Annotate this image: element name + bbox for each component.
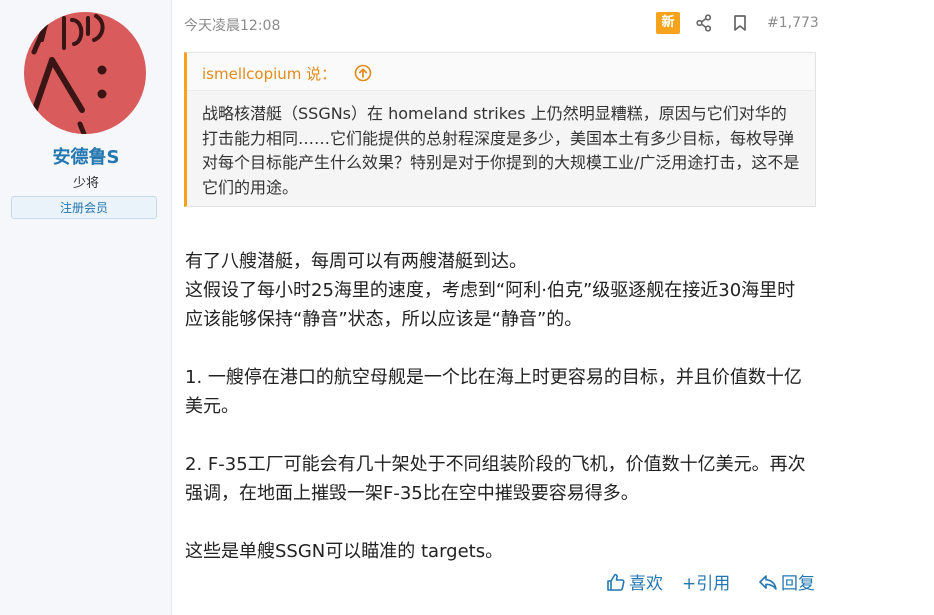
avatar-image: [31, 14, 107, 134]
post-content: 有了八艘潜艇，每周可以有两艘潜艇到达。 这假设了每小时25海里的速度，考虑到“阿…: [185, 247, 810, 566]
arrow-up-circle-icon[interactable]: [354, 64, 372, 82]
post-timestamp[interactable]: 今天凌晨12:08: [184, 15, 280, 35]
post-number-link[interactable]: #1,773: [767, 15, 819, 31]
quote-header: ismellcopium 说：: [187, 53, 815, 91]
post-paragraph: 2. F-35工厂可能会有几十架处于不同组装阶段的飞机，价值数十亿美元。再次强调…: [185, 454, 806, 504]
post-header: 今天凌晨12:08 新 #1,773: [184, 12, 819, 36]
new-badge: 新: [656, 12, 680, 34]
like-button[interactable]: 喜欢: [606, 571, 663, 597]
share-icon[interactable]: [695, 14, 713, 32]
quote-text: 战略核潜艇（SSGNs）在 homeland strikes 上仍然明显糟糕，原…: [202, 104, 800, 197]
user-sidebar: 安德鲁S 少将 注册会员: [0, 0, 172, 615]
bookmark-icon[interactable]: [731, 14, 749, 32]
user-banner: 注册会员: [11, 196, 157, 219]
forum-post: 安德鲁S 少将 注册会员 今天凌晨12:08 新 #1,773 ismellco…: [0, 0, 934, 615]
post-paragraph: 这假设了每小时25海里的速度，考虑到“阿利·伯克”级驱逐舰在接近30海里时应该能…: [185, 280, 796, 330]
username-link[interactable]: 安德鲁S: [0, 143, 172, 169]
post-paragraph: 这些是单艘SSGN可以瞄准的 targets。: [185, 541, 504, 562]
quote-block: ismellcopium 说： 战略核潜艇（SSGNs）在 homeland s…: [184, 52, 816, 207]
reply-icon: [759, 575, 777, 590]
thumbs-up-icon: [607, 573, 625, 591]
reply-button[interactable]: 回复: [758, 571, 815, 597]
like-label: 喜欢: [629, 574, 663, 594]
avatar[interactable]: [24, 12, 146, 134]
quote-author-link[interactable]: ismellcopium 说：: [202, 63, 336, 84]
post-actions: 喜欢 +引用 回复: [606, 571, 821, 597]
post-paragraph: 1. 一艘停在港口的航空母舰是一个比在海上时更容易的目标，并且价值数十亿美元。: [185, 367, 802, 417]
post-paragraph: 有了八艘潜艇，每周可以有两艘潜艇到达。: [185, 251, 527, 272]
reply-label: 回复: [781, 574, 815, 594]
quote-button[interactable]: +引用: [682, 571, 730, 597]
user-title: 少将: [72, 176, 99, 191]
